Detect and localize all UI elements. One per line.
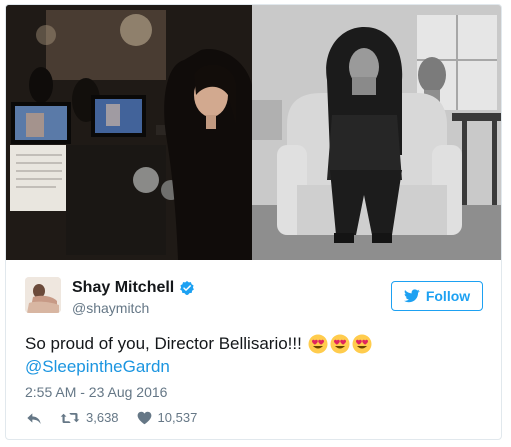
follow-button-label: Follow [425, 288, 471, 304]
tweet-text-content: So proud of you, Director Bellisario!!! [25, 334, 302, 353]
retweet-icon [60, 412, 80, 423]
display-name-text: Shay Mitchell [72, 279, 175, 296]
avatar[interactable] [25, 277, 61, 313]
heart-icon [137, 411, 151, 424]
photo-on-set[interactable] [6, 5, 252, 260]
verified-badge-icon [180, 281, 195, 295]
photo-in-chair-illustration [252, 5, 501, 260]
retweet-count: 3,638 [86, 410, 119, 425]
like-count: 10,537 [157, 410, 198, 425]
avatar-image [25, 277, 61, 313]
tweet-card: Shay Mitchell @shaymitch Follow So proud… [5, 4, 502, 440]
photo-on-set-illustration [6, 5, 252, 260]
photo-in-chair[interactable] [252, 5, 501, 260]
reply-button[interactable] [26, 411, 42, 425]
emoji-group [308, 334, 372, 354]
mention-link[interactable]: @SleepintheGardn [25, 355, 170, 379]
reply-icon [27, 412, 41, 424]
tweet-body: Shay Mitchell @shaymitch Follow So proud… [6, 260, 501, 439]
follow-button[interactable]: Follow [391, 281, 483, 311]
twitter-bird-icon [403, 289, 420, 303]
heart-eyes-emoji-icon [308, 334, 328, 354]
heart-eyes-emoji-icon [330, 334, 350, 354]
retweet-button[interactable]: 3,638 [60, 410, 119, 425]
like-button[interactable]: 10,537 [137, 410, 198, 425]
display-name[interactable]: Shay Mitchell [72, 279, 195, 297]
tweet-actions: 3,638 10,537 [26, 410, 215, 425]
tweet-text: So proud of you, Director Bellisario!!! [25, 332, 372, 356]
heart-eyes-emoji-icon [352, 334, 372, 354]
tweet-timestamp[interactable]: 2:55 AM - 23 Aug 2016 [25, 384, 167, 400]
user-handle[interactable]: @shaymitch [72, 300, 149, 316]
media-grid [6, 5, 501, 260]
